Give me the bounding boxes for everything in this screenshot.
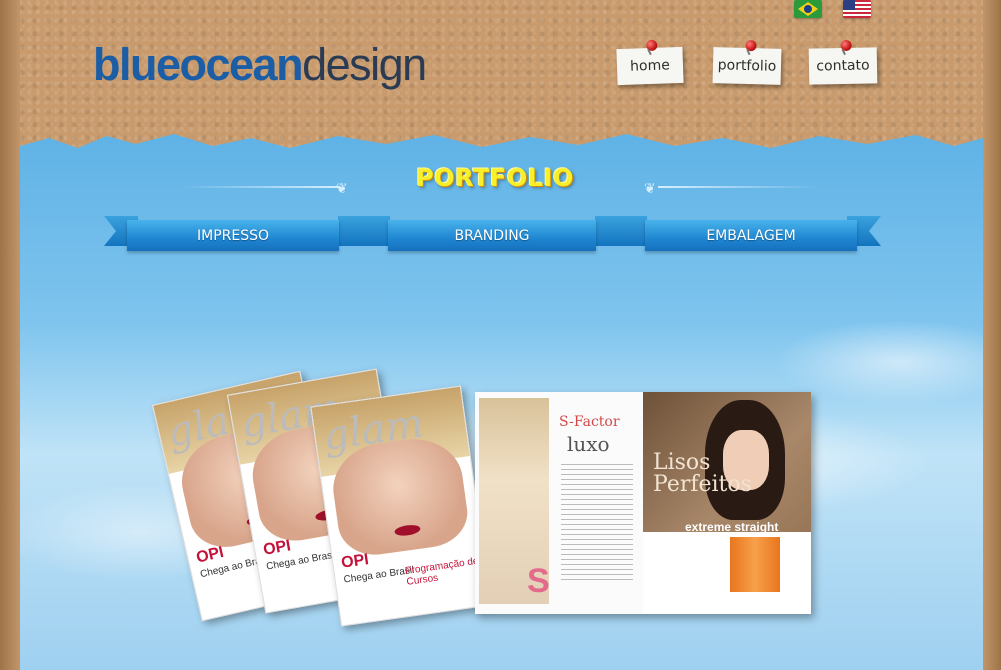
left-border xyxy=(0,0,20,670)
magazine-spread-image[interactable]: S-Factor luxo S Lisos Perfeitos extreme … xyxy=(475,392,811,614)
curl-ornament-icon: ❦ xyxy=(336,180,348,196)
title-ornament-left xyxy=(180,186,340,188)
right-border xyxy=(983,0,1001,670)
magazine-headline: OPI xyxy=(261,537,293,559)
nav-contato-button[interactable]: contato xyxy=(808,39,878,85)
nav-contato-label: contato xyxy=(816,57,870,75)
tab-embalagem[interactable]: EMBALAGEM xyxy=(645,220,857,251)
brazil-flag-icon[interactable] xyxy=(794,0,822,18)
spread-right-title: Lisos Perfeitos xyxy=(653,450,752,497)
tab-impresso[interactable]: IMPRESSO xyxy=(127,220,339,251)
page-title: PORTFOLIO xyxy=(416,164,574,192)
product-bottles-image xyxy=(730,537,780,592)
ribbon-fold xyxy=(338,216,390,246)
spread-left-subtitle: luxo xyxy=(567,432,610,456)
title-ornament-right xyxy=(658,186,818,188)
nav-home-button[interactable]: home xyxy=(616,39,684,86)
pushpin-icon xyxy=(646,39,658,52)
spread-left-title: S-Factor xyxy=(559,414,620,430)
logo-bold: blueocean xyxy=(93,39,304,90)
spread-body-text xyxy=(561,464,633,584)
magazine-cover-image[interactable]: glam OPI Chega ao Brasil Programação de … xyxy=(310,385,492,627)
pushpin-icon xyxy=(840,39,852,52)
nav-home-label: home xyxy=(629,57,671,75)
site-logo[interactable]: blueoceandesign xyxy=(93,39,427,90)
pushpin-icon xyxy=(745,39,757,52)
ribbon-fold xyxy=(595,216,647,246)
logo-light: design xyxy=(302,39,427,90)
curl-ornament-icon: ❦ xyxy=(644,180,656,196)
spread-right-subtitle: extreme straight xyxy=(685,520,779,534)
magazine-headline: OPI xyxy=(340,551,370,572)
us-flag-icon[interactable] xyxy=(843,0,871,18)
s-factor-logo: S xyxy=(527,562,550,600)
nav-portfolio-label: portfolio xyxy=(717,57,777,75)
nav-portfolio-button[interactable]: portfolio xyxy=(712,39,782,85)
tab-branding[interactable]: BRANDING xyxy=(388,220,596,251)
